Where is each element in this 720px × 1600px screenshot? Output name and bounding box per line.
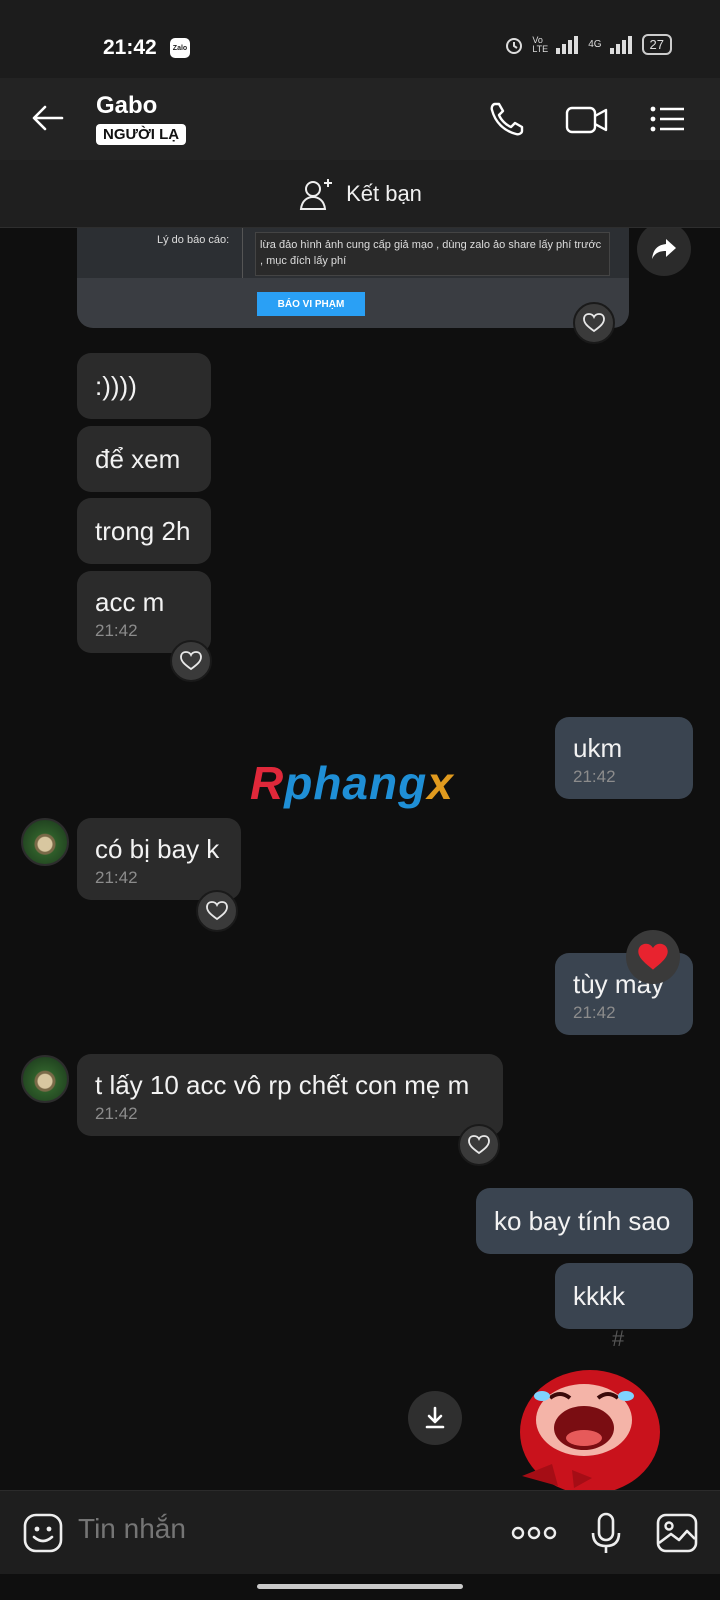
image-gallery-icon[interactable] <box>655 1511 699 1555</box>
network-4g-label: 4G <box>588 39 602 50</box>
message-text: acc m <box>95 587 165 617</box>
heart-outline-icon <box>206 901 228 921</box>
stranger-badge: NGƯỜI LẠ <box>96 124 187 145</box>
menu-list-icon[interactable] <box>646 98 688 140</box>
message-bubble-incoming[interactable]: có bị bay k 21:42 <box>77 818 241 900</box>
avatar[interactable] <box>21 818 69 866</box>
avatar[interactable] <box>21 1055 69 1103</box>
react-heart-button[interactable] <box>458 1124 500 1166</box>
message-text: :)))) <box>95 371 137 401</box>
status-time: 21:42 <box>103 36 157 59</box>
report-text: lừa đảo hình ảnh cung cấp giả mạo , dùng… <box>255 232 610 276</box>
home-indicator[interactable] <box>257 1584 463 1589</box>
message-time: 21:42 <box>95 868 138 887</box>
reaction-heart-badge[interactable] <box>626 930 680 984</box>
chat-messages[interactable]: Lý do báo cáo: lừa đảo hình ảnh cung cấp… <box>0 228 720 1490</box>
add-friend-label: Kết bạn <box>346 180 422 206</box>
add-person-icon <box>299 178 333 210</box>
video-call-icon[interactable] <box>564 98 610 140</box>
message-text: ko bay tính sao <box>494 1206 671 1236</box>
report-violation-button: BÁO VI PHẠM <box>257 292 365 316</box>
more-options-icon[interactable] <box>510 1511 558 1555</box>
heart-outline-icon <box>180 651 202 671</box>
report-image-message[interactable]: Lý do báo cáo: lừa đảo hình ảnh cung cấp… <box>77 228 629 328</box>
heart-outline-icon <box>583 313 605 333</box>
volte-label: Vo LTE <box>532 34 549 54</box>
report-divider <box>242 228 243 278</box>
contact-name[interactable]: Gabo <box>96 92 157 120</box>
status-indicators: Vo LTE 4G 27 <box>504 34 672 55</box>
phone-call-icon[interactable] <box>486 98 528 140</box>
message-text: trong 2h <box>95 516 191 546</box>
battery-indicator: 27 <box>641 34 672 55</box>
react-heart-button[interactable] <box>573 302 615 344</box>
message-time: 21:42 <box>573 767 616 786</box>
report-label: Lý do báo cáo: <box>157 234 230 246</box>
message-bubble-outgoing[interactable]: ukm 21:42 <box>555 717 693 799</box>
share-arrow-icon <box>652 239 676 259</box>
message-bubble-incoming[interactable]: :)))) <box>77 353 211 419</box>
message-text: ukm <box>573 733 623 763</box>
message-input[interactable] <box>78 1513 378 1545</box>
message-bubble-incoming[interactable]: trong 2h <box>77 498 211 564</box>
message-text: để xem <box>95 444 181 474</box>
forward-share-button[interactable] <box>637 228 691 276</box>
download-arrow-icon <box>425 1406 445 1429</box>
message-bubble-outgoing[interactable]: ko bay tính sao <box>476 1188 693 1254</box>
message-composer <box>0 1490 720 1574</box>
message-bubble-incoming[interactable]: t lấy 10 acc vô rp chết con mẹ m 21:42 <box>77 1054 503 1136</box>
status-bar: 21:42 Zalo Vo LTE 4G 27 <box>0 0 720 78</box>
message-text: t lấy 10 acc vô rp chết con mẹ m <box>95 1070 470 1100</box>
heart-outline-icon <box>468 1135 490 1155</box>
signal-icon <box>556 35 579 54</box>
watermark-logo: Rphangx <box>250 757 454 809</box>
add-friend-button[interactable]: Kết bạn <box>0 160 720 228</box>
message-time: 21:42 <box>573 1003 616 1022</box>
svg-text:#: # <box>612 1326 625 1351</box>
react-heart-button[interactable] <box>196 890 238 932</box>
chat-header: Gabo NGƯỜI LẠ <box>0 78 720 160</box>
message-text: kkkk <box>573 1281 625 1311</box>
zalo-notification-icon: Zalo <box>170 38 190 58</box>
react-heart-button[interactable] <box>170 640 212 682</box>
message-time: 21:42 <box>95 621 138 640</box>
sticker-emoji-icon[interactable] <box>21 1511 65 1555</box>
signal-icon-2 <box>609 35 632 54</box>
back-arrow-icon[interactable] <box>28 98 68 138</box>
alarm-icon <box>506 37 523 54</box>
laughing-sticker[interactable]: # <box>512 1320 682 1490</box>
scroll-to-bottom-button[interactable] <box>408 1391 462 1445</box>
message-bubble-incoming[interactable]: để xem <box>77 426 211 492</box>
message-text: có bị bay k <box>95 834 220 864</box>
message-time: 21:42 <box>95 1104 138 1123</box>
microphone-icon[interactable] <box>584 1511 628 1555</box>
report-row: Lý do báo cáo: lừa đảo hình ảnh cung cấp… <box>77 228 629 278</box>
heart-filled-icon <box>638 943 668 970</box>
